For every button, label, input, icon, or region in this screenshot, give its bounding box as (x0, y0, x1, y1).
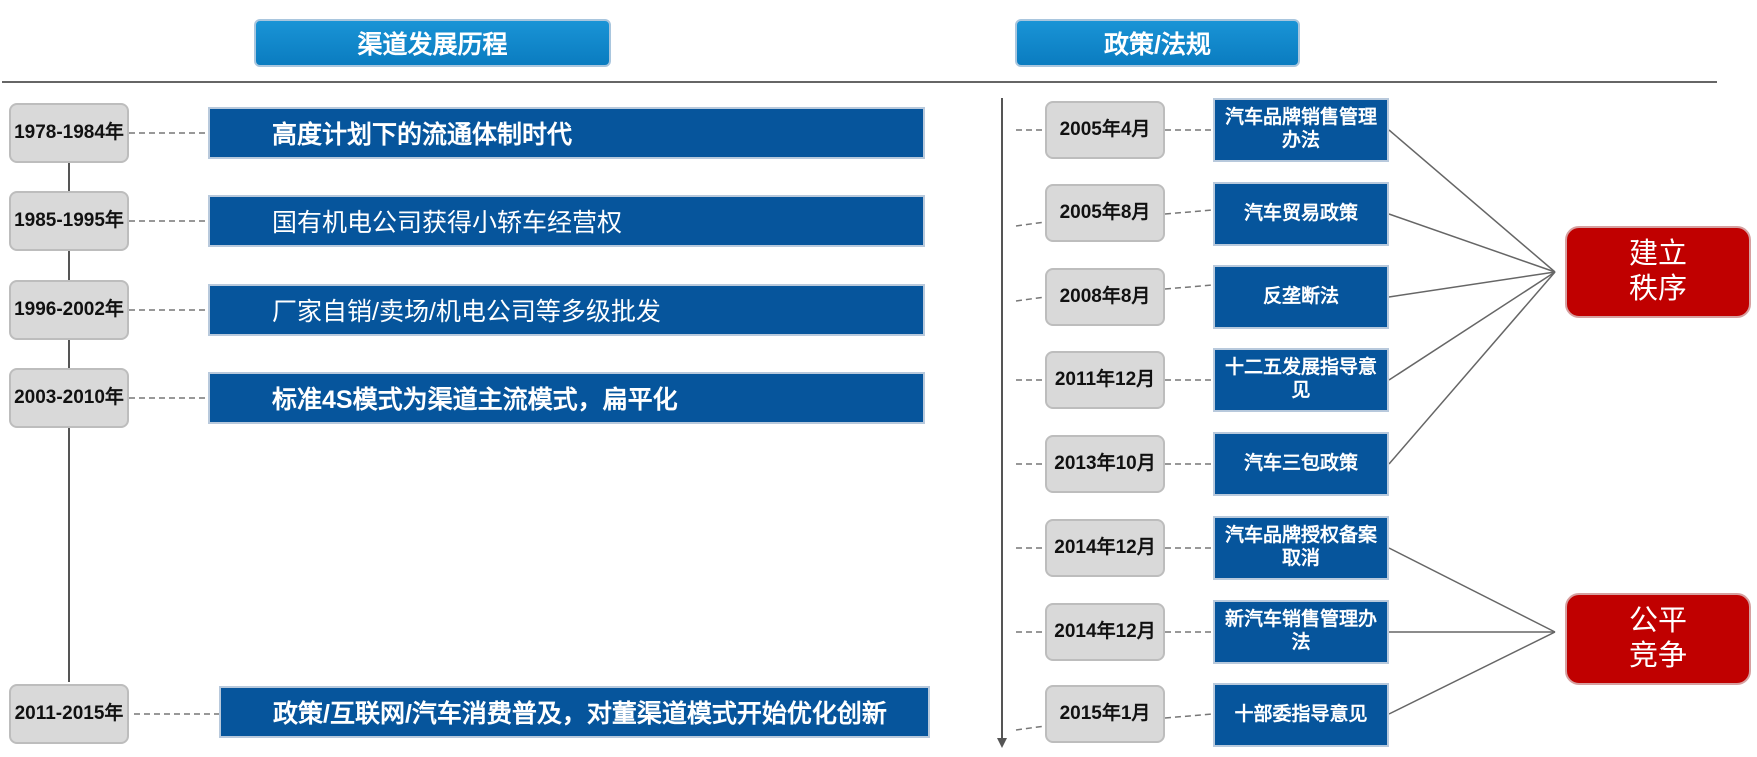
policy-date-box: 2013年10月 (1045, 435, 1165, 493)
policy-box: 反垄断法 (1213, 265, 1389, 329)
timeline-arrowhead (997, 738, 1007, 748)
stage-bar: 高度计划下的流通体制时代 (208, 107, 925, 159)
stage-bar: 政策/互联网/汽车消费普及，对董渠道模式开始优化创新 (219, 686, 930, 738)
left-dash-connectors (129, 132, 219, 715)
policy-box: 十部委指导意见 (1213, 683, 1389, 747)
period-box: 1985-1995年 (9, 191, 129, 251)
period-box: 2011-2015年 (9, 684, 129, 744)
period-box: 1996-2002年 (9, 280, 129, 340)
policy-date-box: 2014年12月 (1045, 603, 1165, 661)
stage-bar: 厂家自销/卖场/机电公司等多级批发 (208, 284, 925, 336)
policy-box: 汽车品牌销售管理办法 (1213, 98, 1389, 162)
policy-box: 汽车三包政策 (1213, 432, 1389, 496)
policy-box: 汽车品牌授权备案取消 (1213, 516, 1389, 580)
stage-bar: 国有机电公司获得小轿车经营权 (208, 195, 925, 247)
period-box: 1978-1984年 (9, 103, 129, 163)
policy-date-box: 2008年8月 (1045, 268, 1165, 326)
policy-date-box: 2015年1月 (1045, 685, 1165, 743)
policy-date-box: 2005年8月 (1045, 184, 1165, 242)
outcome-fan-lines (1388, 129, 1556, 715)
policy-date-box: 2014年12月 (1045, 519, 1165, 577)
policy-date-box: 2011年12月 (1045, 351, 1165, 409)
policy-date-box: 2005年4月 (1045, 101, 1165, 159)
stage-bar: 标准4S模式为渠道主流模式，扁平化 (208, 372, 925, 424)
outcome-fair-competition: 公平竞争 (1565, 593, 1751, 685)
policy-box: 新汽车销售管理办法 (1213, 600, 1389, 664)
period-box: 2003-2010年 (9, 368, 129, 428)
policy-box: 十二五发展指导意见 (1213, 348, 1389, 412)
policy-box: 汽车贸易政策 (1213, 182, 1389, 246)
outcome-establish-order: 建立秩序 (1565, 226, 1751, 318)
